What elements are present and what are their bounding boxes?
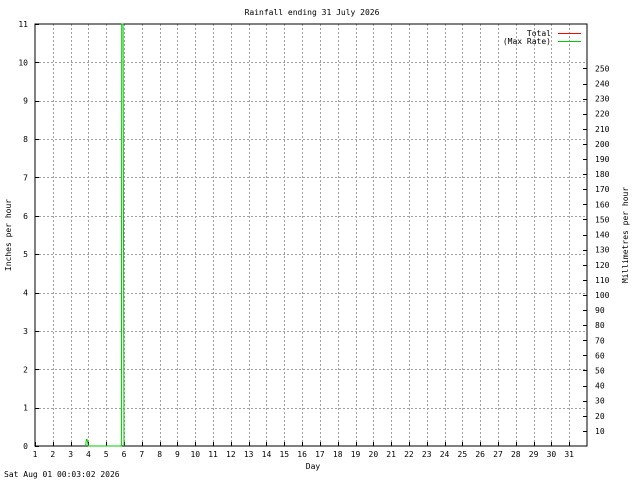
chart-title: Rainfall ending 31 July 2026	[245, 8, 380, 17]
y-tick-label-left: 5	[23, 250, 28, 259]
y-tick-label-right: 210	[595, 125, 610, 134]
x-tick-label: 14	[262, 450, 272, 459]
y-tick-label-left: 1	[23, 404, 28, 413]
y-tick-label-right: 200	[595, 140, 610, 149]
y-tick-label-left: 7	[23, 173, 28, 182]
x-tick-label: 27	[493, 450, 503, 459]
y-tick-label-left: 11	[18, 20, 28, 29]
x-tick-label: 8	[157, 450, 162, 459]
y-tick-label-right: 150	[595, 215, 610, 224]
x-axis-label: Day	[306, 462, 321, 471]
y-tick-label-right: 220	[595, 110, 610, 119]
y-tick-label-right: 90	[595, 306, 605, 315]
x-tick-label: 28	[511, 450, 521, 459]
x-tick-label: 3	[68, 450, 73, 459]
y-tick-label-left: 6	[23, 212, 28, 221]
x-tick-label: 5	[104, 450, 109, 459]
x-tick-label: 25	[458, 450, 468, 459]
y-tick-label-right: 140	[595, 231, 610, 240]
legend-label: (Max Rate)	[503, 37, 551, 46]
y-tick-label-right: 20	[595, 412, 605, 421]
x-tick-label: 26	[475, 450, 485, 459]
y-tick-label-right: 100	[595, 291, 610, 300]
y-tick-label-right: 160	[595, 200, 610, 209]
y-tick-label-left: 9	[23, 97, 28, 106]
y-axis-label-right: Millimetres per hour	[621, 187, 630, 284]
x-tick-label: 9	[175, 450, 180, 459]
x-tick-label: 4	[86, 450, 91, 459]
y-tick-label-right: 80	[595, 321, 605, 330]
y-tick-label-right: 130	[595, 246, 610, 255]
y-tick-label-left: 2	[23, 365, 28, 374]
x-tick-label: 31	[564, 450, 574, 459]
y-axis-label-left: Inches per hour	[4, 199, 13, 271]
x-tick-label: 16	[297, 450, 307, 459]
y-tick-label-right: 170	[595, 185, 610, 194]
y-tick-label-right: 230	[595, 95, 610, 104]
y-tick-label-right: 120	[595, 261, 610, 270]
x-tick-label: 2	[50, 450, 55, 459]
y-tick-label-right: 60	[595, 351, 605, 360]
x-tick-label: 11	[208, 450, 218, 459]
y-tick-label-right: 250	[595, 64, 610, 73]
timestamp-label: Sat Aug 01 00:03:02 2026	[4, 470, 120, 479]
y-tick-label-left: 8	[23, 135, 28, 144]
x-tick-label: 15	[279, 450, 289, 459]
x-tick-label: 1	[33, 450, 38, 459]
x-tick-label: 18	[333, 450, 343, 459]
x-tick-label: 24	[440, 450, 450, 459]
x-tick-label: 13	[244, 450, 254, 459]
y-tick-label-right: 10	[595, 427, 605, 436]
x-tick-label: 19	[351, 450, 361, 459]
x-tick-label: 17	[315, 450, 325, 459]
y-tick-label-right: 110	[595, 276, 610, 285]
x-tick-label: 10	[190, 450, 200, 459]
y-tick-label-right: 190	[595, 155, 610, 164]
y-tick-label-right: 180	[595, 170, 610, 179]
x-tick-label: 23	[422, 450, 432, 459]
y-tick-label-left: 0	[23, 442, 28, 451]
x-tick-label: 22	[404, 450, 414, 459]
y-tick-label-right: 50	[595, 366, 605, 375]
y-tick-label-left: 3	[23, 327, 28, 336]
y-tick-label-right: 30	[595, 397, 605, 406]
y-tick-label-left: 10	[18, 58, 28, 67]
x-tick-label: 29	[529, 450, 539, 459]
x-tick-label: 21	[386, 450, 396, 459]
x-tick-label: 20	[369, 450, 379, 459]
y-tick-label-right: 240	[595, 80, 610, 89]
x-tick-label: 7	[139, 450, 144, 459]
rainfall-chart: 1 2 3 4 5 6 7 8 9 10 11 12 13 14 15 16 17 18 19 20 21 22 23 24 2…	[0, 0, 640, 480]
x-tick-label: 6	[122, 450, 127, 459]
x-tick-label: 12	[226, 450, 236, 459]
y-tick-label-right: 40	[595, 382, 605, 391]
y-tick-label-left: 4	[23, 289, 28, 298]
y-tick-label-right: 70	[595, 336, 605, 345]
x-tick-label: 30	[547, 450, 557, 459]
